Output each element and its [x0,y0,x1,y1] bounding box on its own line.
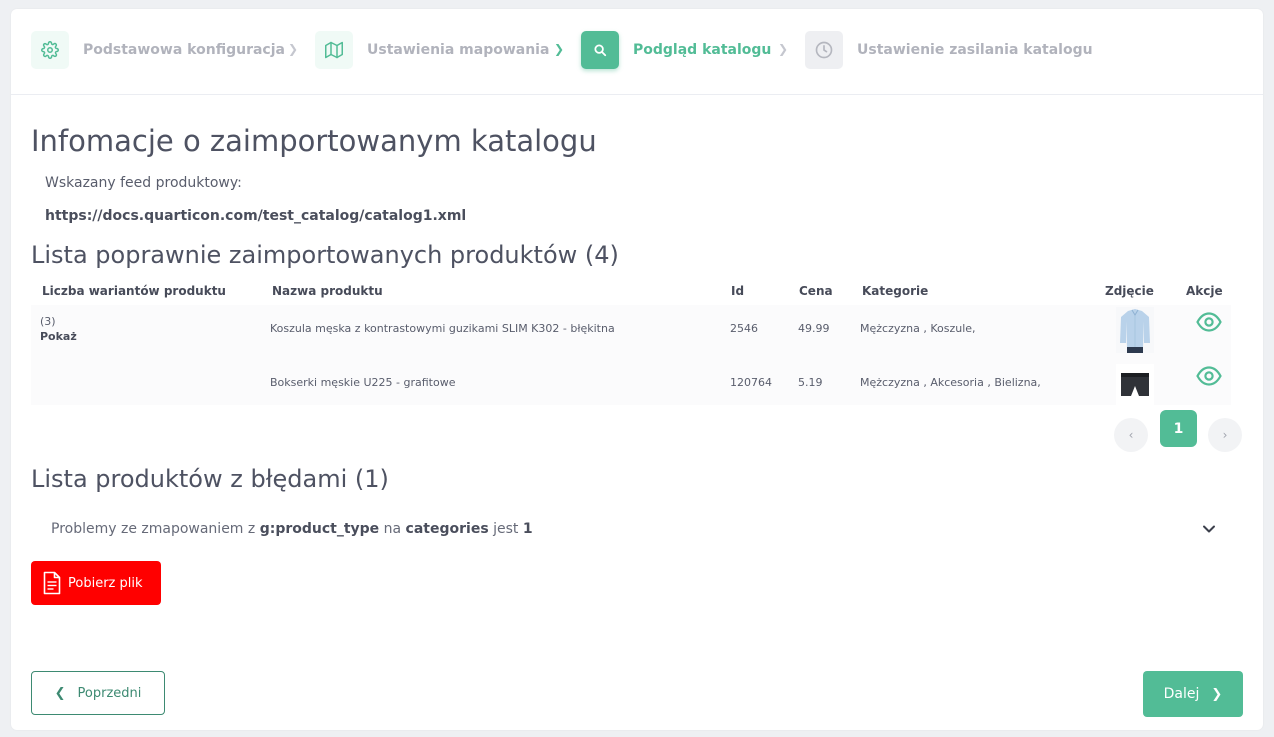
previous-button[interactable]: ❮ Poprzedni [31,671,165,715]
download-file-button[interactable]: Pobierz plik [31,561,161,605]
pagination-current-page[interactable]: 1 [1160,410,1197,447]
step-label: Ustawienia mapowania [367,42,550,58]
product-categories: Mężczyzna , Akcesoria , Bielizna, [860,376,1041,389]
eye-icon[interactable] [1196,366,1222,386]
product-categories: Mężczyzna , Koszule, [860,322,976,335]
column-header-image: Zdjęcie [1105,284,1154,298]
column-header-categories: Kategorie [862,284,929,298]
products-section-title: Lista poprawnie zaimportowanych produktó… [31,241,619,269]
chevron-right-icon: ❯ [288,42,299,56]
error-text-prefix: Problemy ze zmapowaniem z [51,521,256,537]
map-icon [315,31,353,69]
column-header-variants: Liczba wariantów produktu [42,284,226,298]
error-text-suffix: jest [493,521,519,537]
pagination-prev-button[interactable]: ‹ [1114,418,1148,452]
table-body [31,305,1231,405]
chevron-left-icon: ❮ [54,685,66,701]
chevron-down-icon[interactable] [1201,521,1217,537]
feed-url: https://docs.quarticon.com/test_catalog/… [45,208,467,224]
next-button[interactable]: Dalej ❯ [1143,671,1243,717]
wizard-card: Podstawowa konfiguracja ❯ Ustawienia map… [11,9,1263,730]
column-header-name: Nazwa produktu [272,284,383,298]
chevron-right-icon: ❯ [778,42,789,56]
product-name: Koszula męska z kontrastowymi guzikami S… [270,322,615,335]
stepper: Podstawowa konfiguracja ❯ Ustawienia map… [11,9,1263,95]
step-label: Podgląd katalogu [633,42,772,58]
error-field: g:product_type [259,521,380,537]
gear-icon [31,31,69,69]
error-target: categories [405,521,489,537]
product-price: 49.99 [798,322,830,335]
errors-section-title: Lista produktów z błędami (1) [31,465,389,493]
chevron-right-icon: ❯ [1211,686,1223,702]
column-header-actions: Akcje [1186,284,1223,298]
variants-cell: (3) Pokaż [40,315,77,343]
previous-label: Poprzedni [77,685,142,701]
product-image-shirt [1116,307,1154,353]
page-title: Infomacje o zaimportowanym katalogu [31,124,597,158]
step-label: Ustawienie zasilania katalogu [857,42,1093,58]
feed-label: Wskazany feed produktowy: [45,175,242,191]
error-count: 1 [522,521,533,537]
product-id: 120764 [730,376,772,389]
search-icon [581,31,619,69]
product-price: 5.19 [798,376,823,389]
error-text-mid: na [383,521,402,537]
product-id: 2546 [730,322,758,335]
eye-icon[interactable] [1196,312,1222,332]
clock-icon [805,31,843,69]
step-catalog-feed[interactable]: Ustawienie zasilania katalogu [805,31,1093,69]
pagination-next-button[interactable]: › [1208,418,1242,452]
step-basic-config[interactable]: Podstawowa konfiguracja [31,31,285,69]
product-name: Bokserki męskie U225 - grafitowe [270,376,456,389]
show-variants-link[interactable]: Pokaż [40,330,77,343]
document-icon [43,571,61,595]
step-mapping-settings[interactable]: Ustawienia mapowania [315,31,549,69]
download-file-label: Pobierz plik [68,575,143,591]
error-accordion-row[interactable]: Problemy ze zmapowaniem z g:product_type… [51,521,533,537]
variants-count: (3) [40,315,56,328]
chevron-right-icon: ❯ [554,42,565,56]
column-header-id: Id [731,284,745,298]
product-image-boxers [1116,364,1154,410]
step-label: Podstawowa konfiguracja [83,42,285,58]
column-header-price: Cena [799,284,833,298]
step-catalog-preview[interactable]: Podgląd katalogu [581,31,771,69]
next-label: Dalej [1163,686,1200,702]
